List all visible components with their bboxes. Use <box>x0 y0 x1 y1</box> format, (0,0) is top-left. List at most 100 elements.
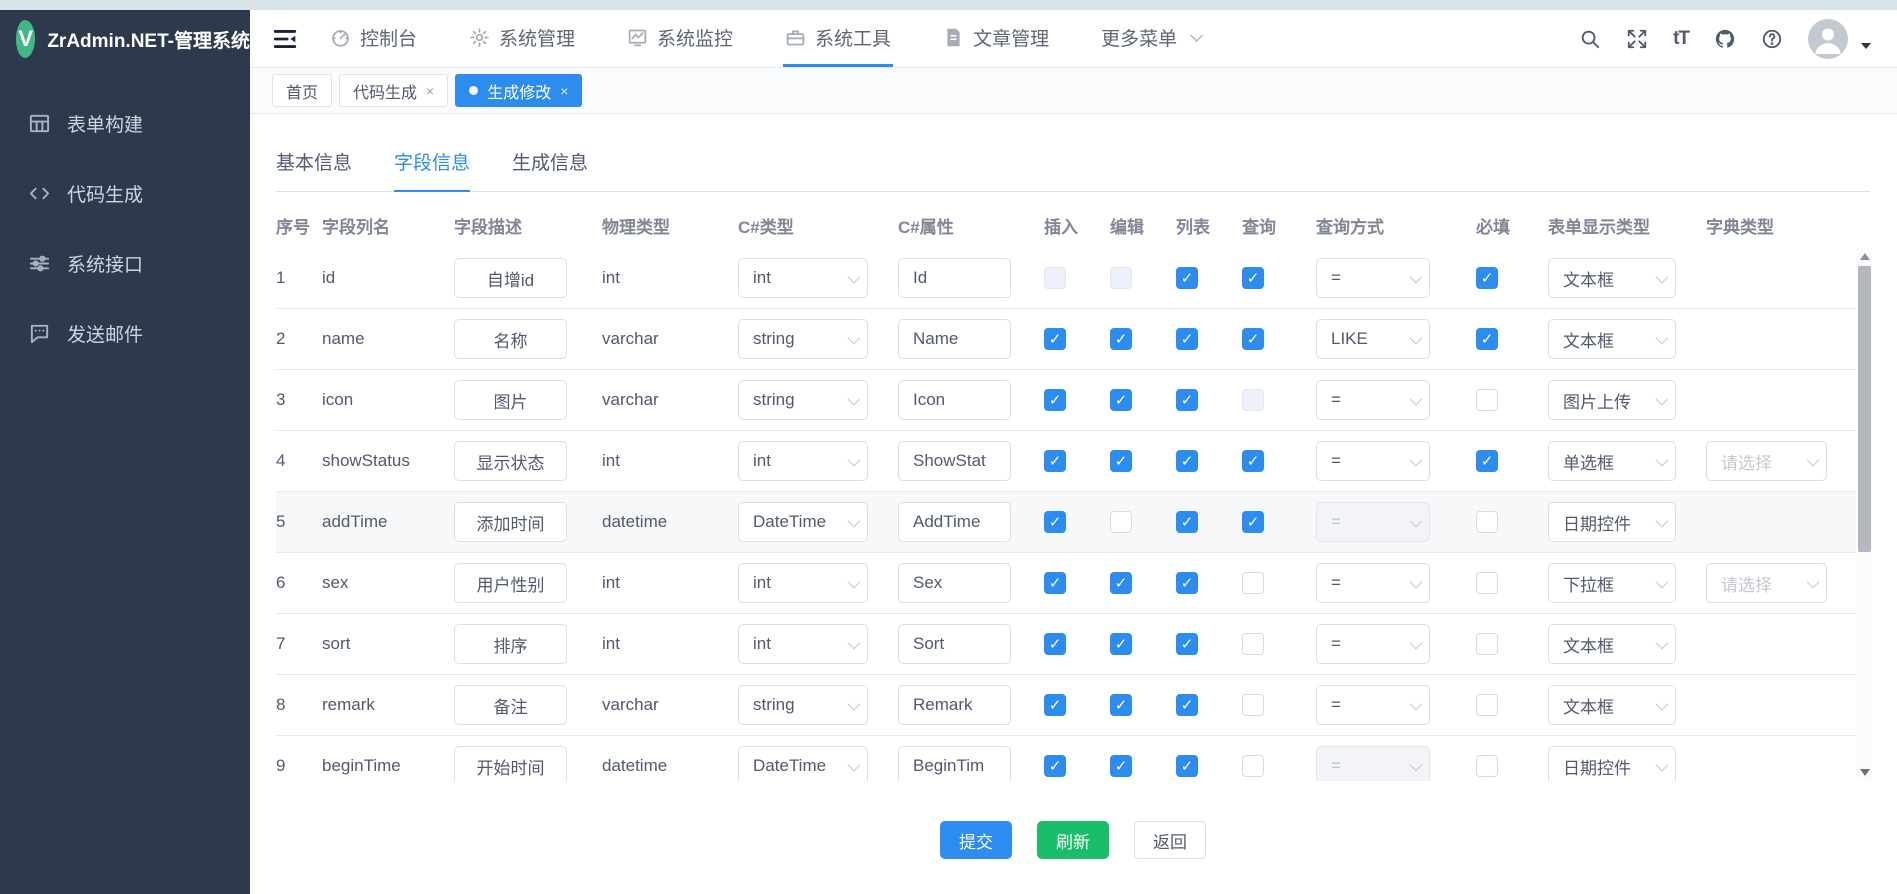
list-checkbox[interactable] <box>1176 755 1198 777</box>
edit-checkbox[interactable] <box>1110 328 1132 350</box>
csharp-type-select[interactable]: int <box>738 258 868 298</box>
query-type-select[interactable]: = <box>1316 441 1430 481</box>
edit-checkbox[interactable] <box>1110 694 1132 716</box>
display-type-select[interactable]: 文本框 <box>1548 685 1676 725</box>
sidebar-item-4[interactable]: 发送邮件 <box>0 298 250 368</box>
required-checkbox[interactable] <box>1476 694 1498 716</box>
insert-checkbox[interactable] <box>1044 450 1066 472</box>
csharp-prop-input[interactable]: Sort <box>898 624 1011 664</box>
list-checkbox[interactable] <box>1176 633 1198 655</box>
csharp-type-select[interactable]: int <box>738 563 868 603</box>
csharp-type-select[interactable]: DateTime <box>738 502 868 542</box>
insert-checkbox[interactable] <box>1044 511 1066 533</box>
tag-2[interactable]: 代码生成× <box>339 74 448 107</box>
required-checkbox[interactable] <box>1476 328 1498 350</box>
required-checkbox[interactable] <box>1476 450 1498 472</box>
list-checkbox[interactable] <box>1176 267 1198 289</box>
list-checkbox[interactable] <box>1176 389 1198 411</box>
fullscreen-icon[interactable] <box>1626 28 1648 50</box>
query-checkbox[interactable] <box>1242 267 1264 289</box>
dict-type-select[interactable]: 请选择 <box>1706 563 1827 603</box>
csharp-prop-input[interactable]: Sex <box>898 563 1011 603</box>
field-desc-input[interactable]: 备注 <box>454 685 567 725</box>
nav-item-1[interactable]: 控制台 <box>328 10 419 67</box>
field-desc-input[interactable]: 图片 <box>454 380 567 420</box>
display-type-select[interactable]: 文本框 <box>1548 258 1676 298</box>
field-desc-input[interactable]: 显示状态 <box>454 441 567 481</box>
query-type-select[interactable]: = <box>1316 685 1430 725</box>
csharp-prop-input[interactable]: AddTime <box>898 502 1011 542</box>
csharp-type-select[interactable]: int <box>738 441 868 481</box>
tag-1[interactable]: 首页 <box>272 74 332 107</box>
required-checkbox[interactable] <box>1476 755 1498 777</box>
required-checkbox[interactable] <box>1476 633 1498 655</box>
submit-button[interactable]: 提交 <box>940 821 1012 859</box>
required-checkbox[interactable] <box>1476 511 1498 533</box>
edit-checkbox[interactable] <box>1110 511 1132 533</box>
query-type-select[interactable]: = <box>1316 380 1430 420</box>
tag-3[interactable]: 生成修改× <box>455 74 582 107</box>
csharp-prop-input[interactable]: Name <box>898 319 1011 359</box>
query-checkbox[interactable] <box>1242 450 1264 472</box>
logo-row[interactable]: V ZrAdmin.NET-管理系统 <box>0 10 250 68</box>
field-desc-input[interactable]: 排序 <box>454 624 567 664</box>
csharp-prop-input[interactable]: Id <box>898 258 1011 298</box>
tab-1[interactable]: 基本信息 <box>276 148 352 191</box>
display-type-select[interactable]: 文本框 <box>1548 624 1676 664</box>
tab-3[interactable]: 生成信息 <box>512 148 588 191</box>
csharp-prop-input[interactable]: Icon <box>898 380 1011 420</box>
sidebar-item-3[interactable]: 系统接口 <box>0 228 250 298</box>
insert-checkbox[interactable] <box>1044 572 1066 594</box>
nav-item-6[interactable]: 更多菜单 <box>1099 10 1201 67</box>
query-type-select[interactable]: = <box>1316 624 1430 664</box>
nav-item-5[interactable]: 文章管理 <box>941 10 1051 67</box>
query-checkbox[interactable] <box>1242 328 1264 350</box>
scroll-up-arrow[interactable] <box>1860 253 1870 260</box>
back-button[interactable]: 返回 <box>1134 821 1206 859</box>
font-size-icon[interactable]: tT <box>1673 28 1689 50</box>
field-desc-input[interactable]: 添加时间 <box>454 502 567 542</box>
sidebar-collapse-icon[interactable] <box>272 10 302 67</box>
query-checkbox[interactable] <box>1242 633 1264 655</box>
query-type-select[interactable]: = <box>1316 563 1430 603</box>
close-icon[interactable]: × <box>560 84 568 98</box>
edit-checkbox[interactable] <box>1110 755 1132 777</box>
csharp-prop-input[interactable]: BeginTim <box>898 746 1011 781</box>
csharp-type-select[interactable]: string <box>738 380 868 420</box>
refresh-button[interactable]: 刷新 <box>1037 821 1109 859</box>
csharp-type-select[interactable]: int <box>738 624 868 664</box>
search-icon[interactable] <box>1579 28 1601 50</box>
csharp-type-select[interactable]: string <box>738 685 868 725</box>
csharp-prop-input[interactable]: Remark <box>898 685 1011 725</box>
query-checkbox[interactable] <box>1242 694 1264 716</box>
csharp-type-select[interactable]: string <box>738 319 868 359</box>
list-checkbox[interactable] <box>1176 328 1198 350</box>
csharp-type-select[interactable]: DateTime <box>738 746 868 781</box>
field-desc-input[interactable]: 用户性别 <box>454 563 567 603</box>
edit-checkbox[interactable] <box>1110 572 1132 594</box>
display-type-select[interactable]: 日期控件 <box>1548 746 1676 781</box>
sidebar-item-2[interactable]: 代码生成 <box>0 158 250 228</box>
display-type-select[interactable]: 图片上传 <box>1548 380 1676 420</box>
edit-checkbox[interactable] <box>1110 633 1132 655</box>
display-type-select[interactable]: 单选框 <box>1548 441 1676 481</box>
field-desc-input[interactable]: 自增id <box>454 258 567 298</box>
avatar-dropdown-caret-icon[interactable] <box>1861 43 1871 49</box>
dict-type-select[interactable]: 请选择 <box>1706 441 1827 481</box>
display-type-select[interactable]: 下拉框 <box>1548 563 1676 603</box>
sidebar-item-1[interactable]: 表单构建 <box>0 88 250 158</box>
required-checkbox[interactable] <box>1476 267 1498 289</box>
query-type-select[interactable]: LIKE <box>1316 319 1430 359</box>
display-type-select[interactable]: 文本框 <box>1548 319 1676 359</box>
field-desc-input[interactable]: 开始时间 <box>454 746 567 781</box>
display-type-select[interactable]: 日期控件 <box>1548 502 1676 542</box>
insert-checkbox[interactable] <box>1044 389 1066 411</box>
list-checkbox[interactable] <box>1176 511 1198 533</box>
list-checkbox[interactable] <box>1176 572 1198 594</box>
required-checkbox[interactable] <box>1476 572 1498 594</box>
nav-item-2[interactable]: 系统管理 <box>467 10 577 67</box>
field-desc-input[interactable]: 名称 <box>454 319 567 359</box>
nav-item-3[interactable]: 系统监控 <box>625 10 735 67</box>
insert-checkbox[interactable] <box>1044 633 1066 655</box>
nav-item-4[interactable]: 系统工具 <box>783 10 893 67</box>
